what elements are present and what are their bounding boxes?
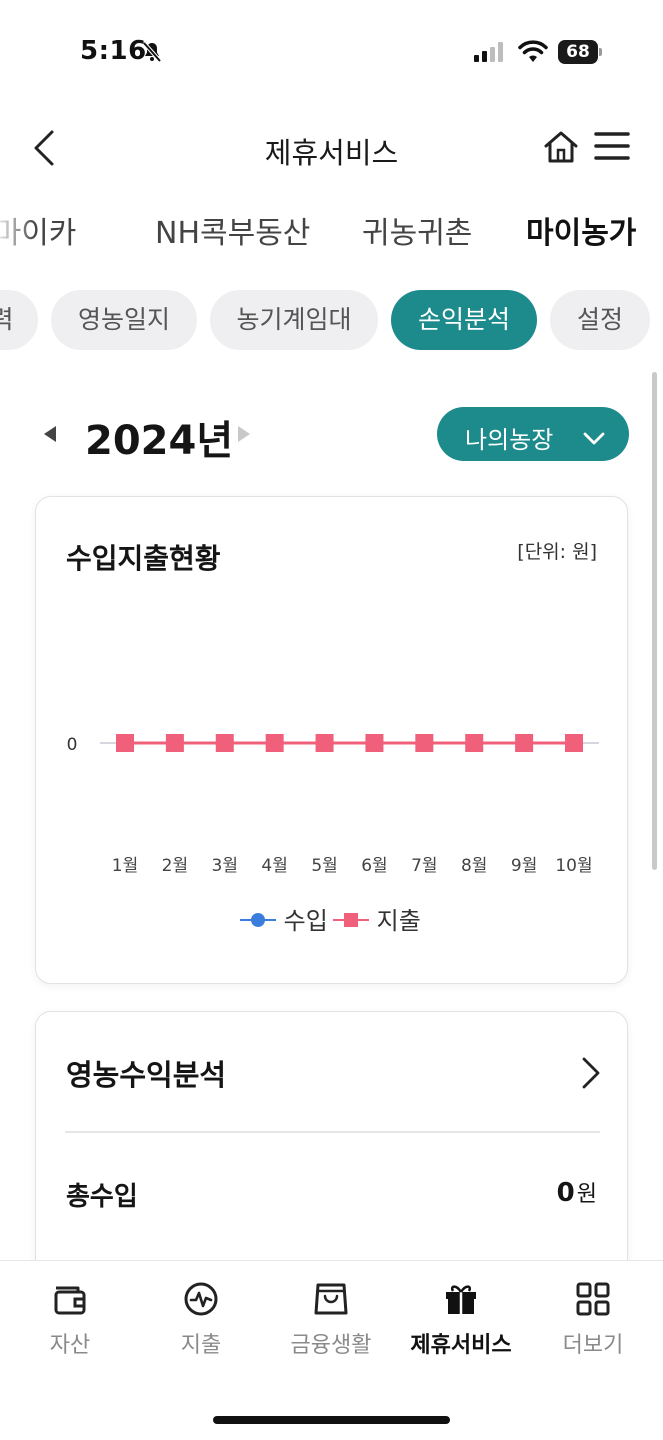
point-expense	[265, 734, 284, 752]
nav-more-label: 더보기	[562, 1333, 624, 1358]
legend-income-label: 수입	[283, 907, 328, 935]
battery-level: 68	[566, 42, 590, 62]
nav-partner-services[interactable]: 제휴서비스	[396, 1281, 526, 1359]
home-indicator	[213, 1416, 450, 1424]
x-tick-label: 2월	[162, 856, 188, 876]
nav-assets[interactable]: 자산	[5, 1281, 135, 1359]
service-tabs: 콕마이카 NH콕부동산 귀농귀촌 마이농가	[0, 196, 663, 270]
wifi-icon	[518, 40, 548, 68]
active-tab-indicator	[499, 264, 663, 268]
chevron-down-icon	[583, 424, 605, 452]
point-expense	[365, 734, 384, 752]
year-selector: 2024년 나의농장	[0, 400, 663, 470]
status-bar: 5:16 68	[0, 0, 663, 100]
income-expense-card: 수입지출현황 [단위: 원] 0 1월 2월 3월 4월 5월 6월 7월 8월 9월 10월 수입…	[35, 496, 628, 984]
legend-item-income[interactable]: 수입	[240, 901, 328, 936]
chip-partial[interactable]: 력	[0, 290, 38, 350]
x-tick-label: 7월	[411, 856, 437, 876]
prev-year-button[interactable]	[42, 424, 58, 448]
point-expense	[515, 734, 534, 752]
point-expense	[465, 734, 484, 752]
status-time: 5:16	[80, 36, 147, 66]
nav-expense[interactable]: 지출	[136, 1281, 266, 1359]
point-expense	[165, 734, 184, 752]
x-tick-label: 8월	[461, 856, 487, 876]
bell-muted-icon	[140, 40, 164, 68]
x-tick-label: 9월	[511, 856, 537, 876]
legend-expense-label: 지출	[376, 907, 421, 935]
total-income-unit: 원	[576, 1182, 597, 1207]
point-expense	[565, 734, 583, 752]
tab-return-farming[interactable]: 귀농귀촌	[362, 208, 472, 252]
total-income-label: 총수입	[66, 1182, 138, 1212]
legend-item-expense[interactable]: 지출	[333, 901, 421, 936]
bottom-navigation: 자산 지출 금융생활 제휴서비스 더보기	[0, 1260, 663, 1440]
chip-farming-journal[interactable]: 영농일지	[51, 290, 197, 350]
chart-legend: 수입 지출	[36, 901, 627, 937]
pulse-icon	[184, 1282, 218, 1316]
chip-profit-analysis[interactable]: 손익분석	[391, 290, 537, 350]
nav-expense-label: 지출	[180, 1333, 222, 1358]
point-expense	[315, 734, 334, 752]
next-year-button[interactable]	[236, 424, 252, 448]
tab-nh-kok-realestate[interactable]: NH콕부동산	[155, 208, 310, 252]
farm-select-dropdown[interactable]: 나의농장	[437, 407, 629, 461]
tab-my-farm[interactable]: 마이농가	[526, 208, 636, 252]
point-expense	[215, 734, 234, 752]
app-header: 제휴서비스	[0, 110, 663, 186]
nav-financial-life[interactable]: 금융생활	[266, 1281, 396, 1359]
income-expense-chart: 0 1월 2월 3월 4월 5월 6월 7월 8월 9월 10월	[67, 734, 599, 876]
x-tick-label: 4월	[261, 856, 287, 876]
y-tick-label: 0	[67, 735, 78, 755]
cellular-signal-icon	[474, 42, 506, 66]
point-expense	[116, 734, 134, 752]
grid-icon	[576, 1282, 610, 1316]
total-income-value: 0원	[557, 1176, 597, 1208]
x-tick-label: 3월	[212, 856, 238, 876]
x-tick-label: 6월	[361, 856, 387, 876]
total-income-amount: 0	[556, 1178, 575, 1208]
x-tick-label: 5월	[311, 856, 337, 876]
nav-assets-label: 자산	[49, 1333, 91, 1358]
point-expense	[415, 734, 434, 752]
wallet-icon	[54, 1286, 86, 1315]
year-label: 2024년	[85, 418, 234, 464]
chip-settings[interactable]: 설정	[550, 290, 650, 350]
x-tick-label: 1월	[112, 856, 138, 876]
menu-icon[interactable]	[594, 130, 630, 166]
sub-menu-chips: 력 영농일지 농기계임대 손익분석 설정	[0, 290, 663, 352]
chevron-right-icon[interactable]	[580, 1056, 602, 1094]
battery-icon: 68	[558, 40, 602, 64]
tab-fade-overlay	[0, 196, 36, 270]
farm-select-label: 나의농장	[465, 426, 554, 454]
x-tick-label: 10월	[555, 856, 592, 876]
legend-expense-marker	[333, 913, 369, 927]
analysis-title: 영농수익분석	[66, 1058, 227, 1092]
chip-machinery-rental[interactable]: 농기계임대	[210, 290, 378, 350]
nav-financial-life-label: 금융생활	[290, 1333, 372, 1358]
nav-more[interactable]: 더보기	[528, 1281, 658, 1359]
legend-income-marker	[240, 913, 276, 927]
divider	[65, 1131, 600, 1133]
gift-icon	[446, 1285, 476, 1314]
home-icon[interactable]	[543, 130, 579, 168]
nav-partner-services-label: 제휴서비스	[410, 1333, 512, 1358]
shopping-bag-icon	[314, 1283, 348, 1315]
